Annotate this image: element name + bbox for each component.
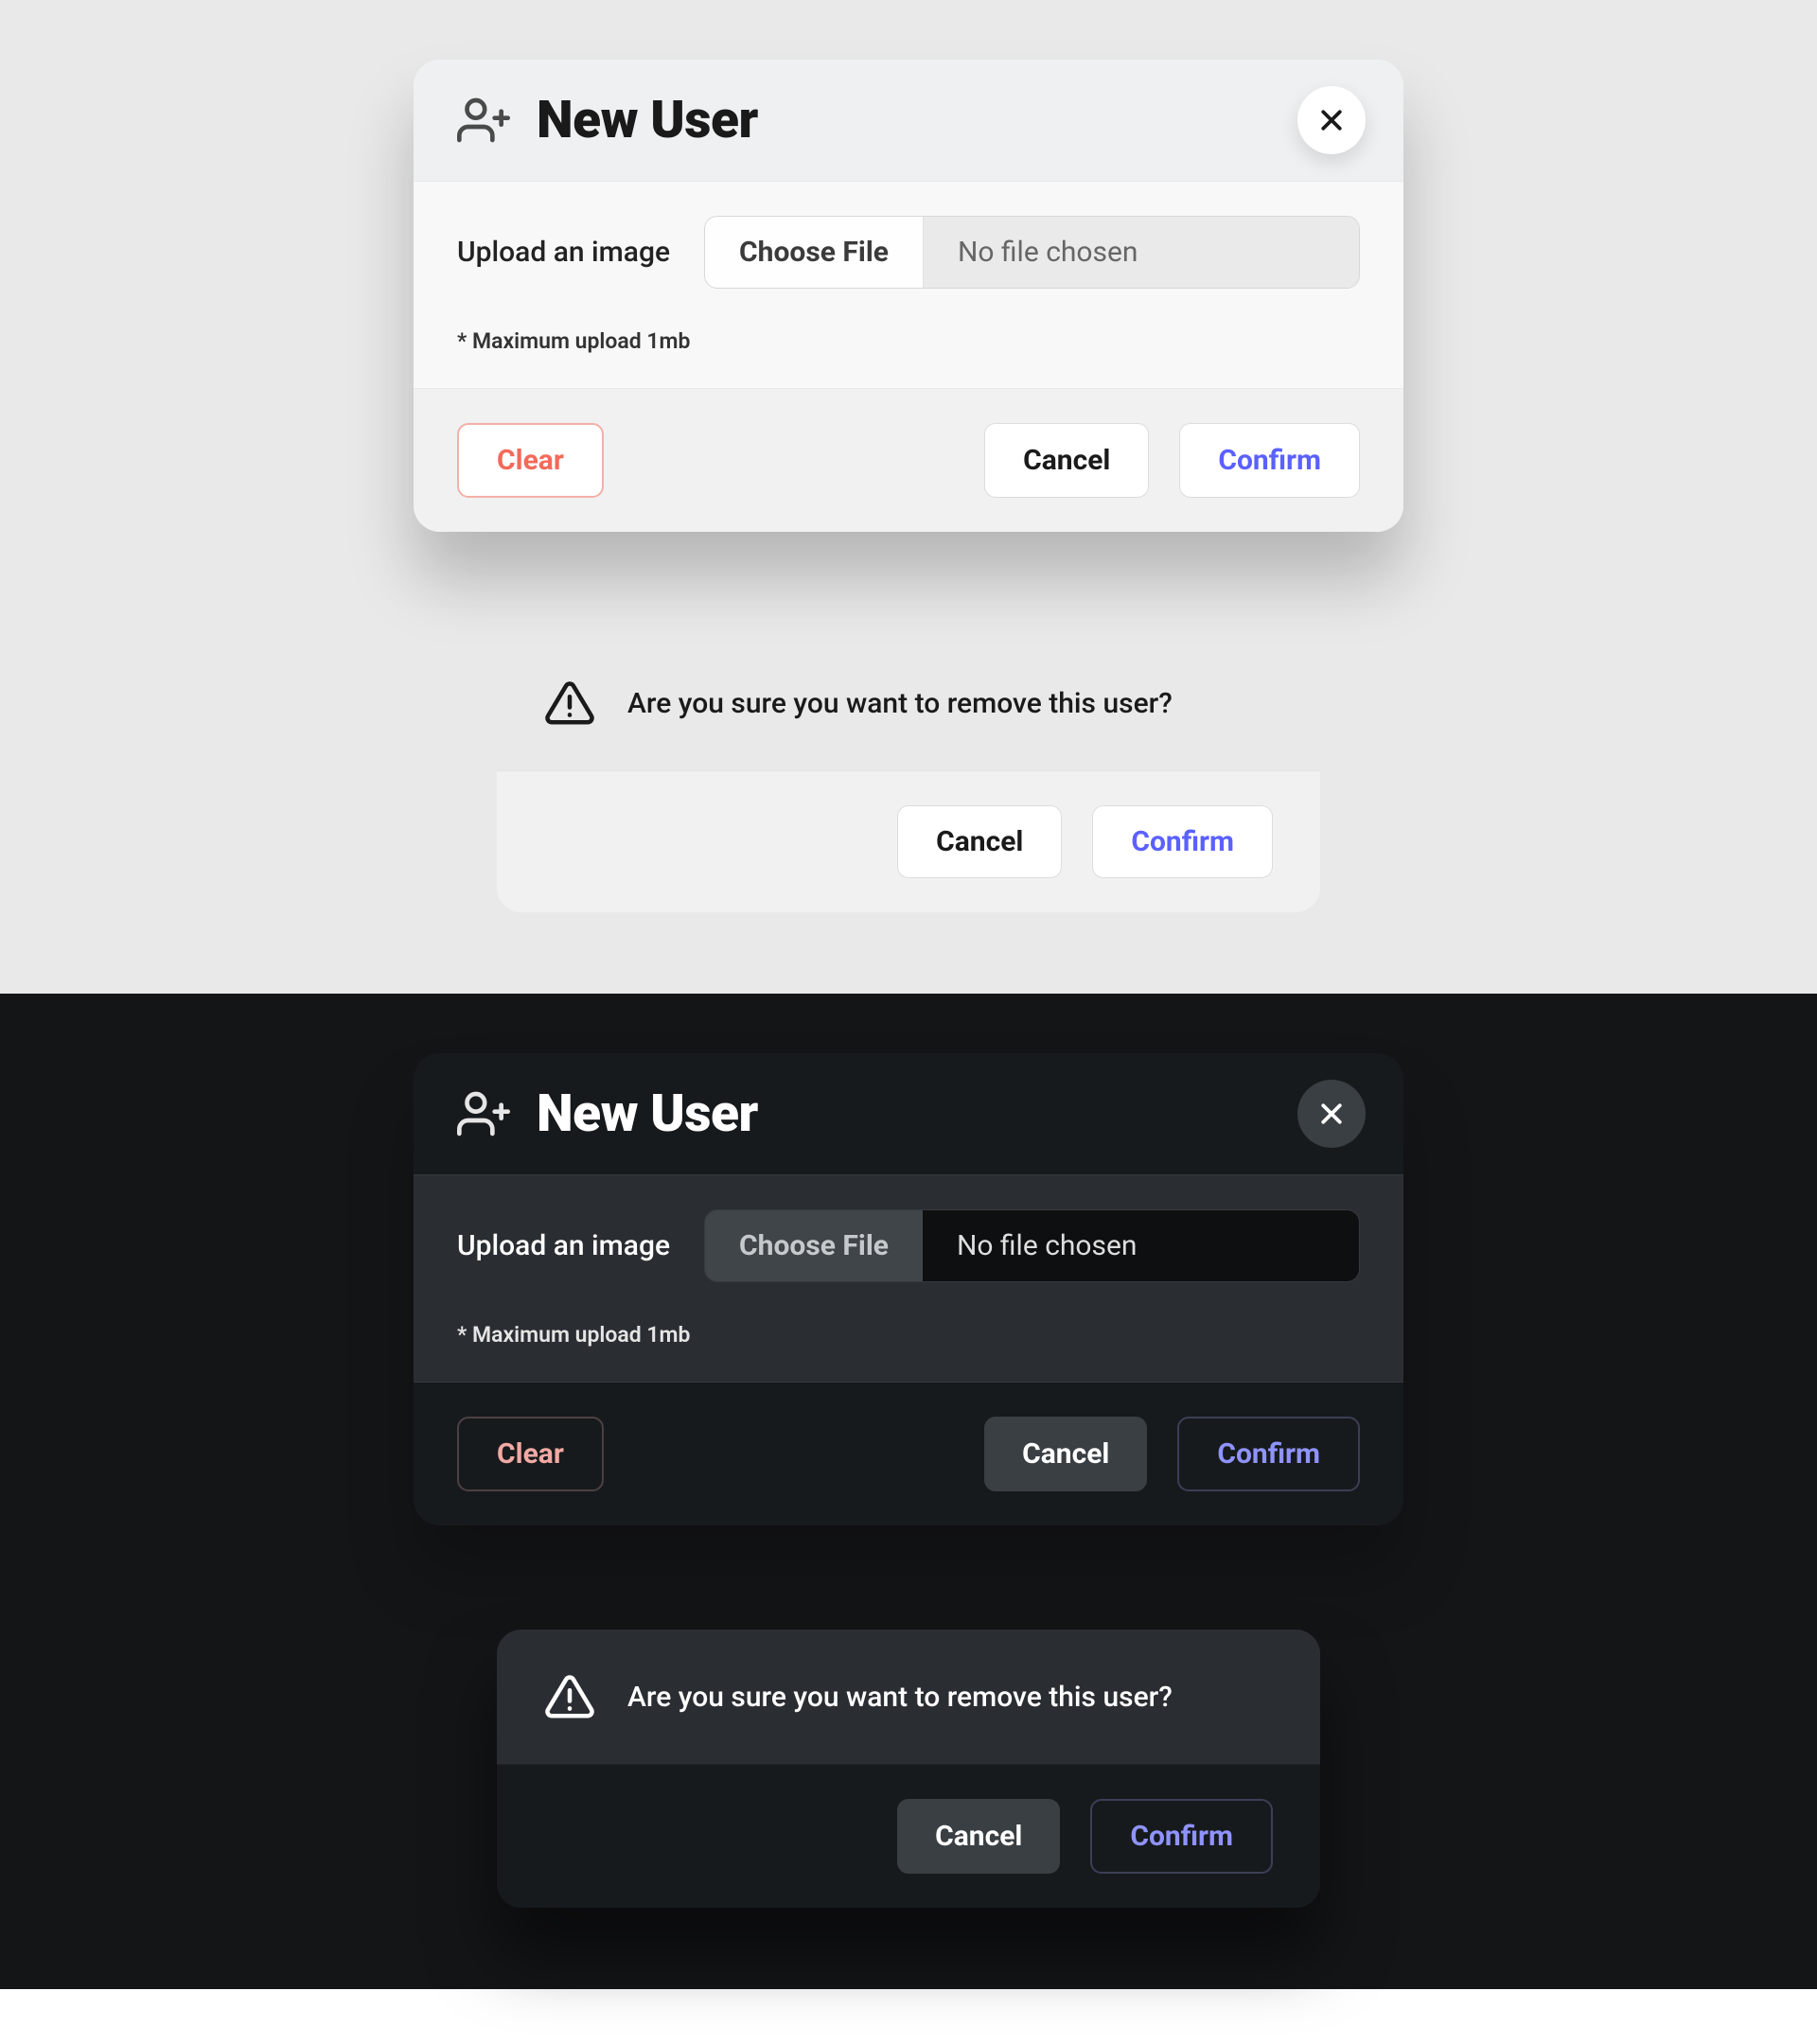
choose-file-button[interactable]: Choose File (705, 217, 924, 288)
cancel-button[interactable]: Cancel (984, 423, 1149, 498)
warning-icon (544, 1671, 595, 1722)
alert-footer: Cancel Confirm (497, 1764, 1320, 1908)
alert-footer: Cancel Confirm (497, 770, 1320, 912)
add-user-icon (457, 1087, 510, 1140)
modal-footer: Clear Cancel Confirm (414, 389, 1403, 532)
light-theme-section: New User Upload an image Choose File No … (0, 0, 1817, 994)
close-icon (1317, 106, 1346, 134)
file-status: No file chosen (923, 1210, 1359, 1281)
alert-body: Are you sure you want to remove this use… (497, 1630, 1320, 1764)
modal-title: New User (537, 90, 1271, 150)
new-user-modal: New User Upload an image Choose File No … (414, 60, 1403, 532)
close-button[interactable] (1297, 1080, 1366, 1148)
close-button[interactable] (1297, 86, 1366, 154)
warning-icon (544, 678, 595, 729)
upload-label: Upload an image (457, 236, 670, 269)
remove-user-alert: Are you sure you want to remove this use… (497, 1630, 1320, 1908)
remove-user-alert: Are you sure you want to remove this use… (497, 636, 1320, 912)
modal-footer: Clear Cancel Confirm (414, 1383, 1403, 1525)
upload-label: Upload an image (457, 1229, 670, 1262)
upload-row: Upload an image Choose File No file chos… (457, 1209, 1360, 1282)
modal-header: New User (414, 1053, 1403, 1174)
confirm-button[interactable]: Confirm (1090, 1799, 1273, 1874)
confirm-button[interactable]: Confirm (1177, 1417, 1360, 1491)
new-user-modal: New User Upload an image Choose File No … (414, 1053, 1403, 1525)
confirm-button[interactable]: Confirm (1092, 805, 1273, 878)
modal-body: Upload an image Choose File No file chos… (414, 181, 1403, 389)
cancel-button[interactable]: Cancel (897, 805, 1062, 878)
alert-text: Are you sure you want to remove this use… (627, 687, 1173, 720)
file-input[interactable]: Choose File No file chosen (704, 216, 1360, 289)
add-user-icon (457, 94, 510, 147)
choose-file-button[interactable]: Choose File (705, 1210, 923, 1281)
close-icon (1317, 1100, 1346, 1128)
upload-note: * Maximum upload 1mb (457, 328, 1360, 354)
clear-button[interactable]: Clear (457, 1417, 604, 1491)
clear-button[interactable]: Clear (457, 423, 604, 498)
confirm-button[interactable]: Confirm (1179, 423, 1360, 498)
modal-header: New User (414, 60, 1403, 181)
dark-theme-section: New User Upload an image Choose File No … (0, 994, 1817, 1989)
cancel-button[interactable]: Cancel (984, 1417, 1147, 1491)
modal-title: New User (537, 1084, 1271, 1144)
file-input[interactable]: Choose File No file chosen (704, 1209, 1360, 1282)
modal-body: Upload an image Choose File No file chos… (414, 1174, 1403, 1383)
file-status: No file chosen (924, 217, 1359, 288)
cancel-button[interactable]: Cancel (897, 1799, 1060, 1874)
alert-text: Are you sure you want to remove this use… (627, 1681, 1173, 1714)
upload-row: Upload an image Choose File No file chos… (457, 216, 1360, 289)
alert-body: Are you sure you want to remove this use… (497, 636, 1320, 770)
upload-note: * Maximum upload 1mb (457, 1322, 1360, 1348)
